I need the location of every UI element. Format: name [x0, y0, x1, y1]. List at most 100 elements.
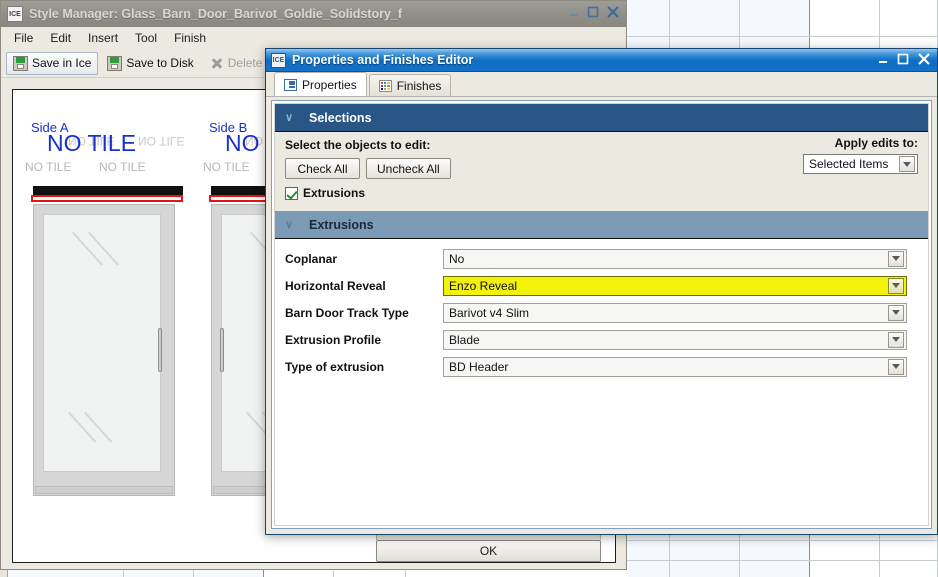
floppy-disk-icon: [107, 55, 123, 71]
dialog-titlebar: ICE Properties and Finishes Editor: [266, 49, 937, 72]
app-icon: ICE: [7, 6, 23, 22]
no-tile-small-label: NO TILE: [99, 160, 146, 174]
menu-item-file[interactable]: File: [7, 29, 40, 47]
property-row-barn-door-track-type: Barn Door Track Type Barivot v4 Slim: [275, 299, 928, 326]
door-handle: [158, 328, 162, 372]
barn-door-track-type-value: Barivot v4 Slim: [449, 305, 530, 320]
property-row-type-of-extrusion: Type of extrusion BD Header: [275, 353, 928, 380]
door-sill: [35, 486, 173, 494]
ok-button[interactable]: OK: [376, 540, 601, 562]
glass-glint: [88, 231, 119, 266]
selections-section-header[interactable]: ∨ Selections: [275, 104, 928, 132]
chevron-down-icon: [888, 331, 904, 348]
type-of-extrusion-dropdown[interactable]: BD Header: [443, 356, 907, 377]
extrusions-header-label: Extrusions: [309, 217, 374, 232]
glass-glint: [72, 231, 103, 266]
extrusions-checkbox-label: Extrusions: [303, 186, 366, 200]
door-track: [33, 186, 183, 195]
tab-properties[interactable]: Properties: [274, 72, 367, 96]
delete-button: Delete: [203, 52, 270, 74]
chevron-down-icon: [899, 156, 915, 172]
apply-edits-dropdown[interactable]: Selected Items: [803, 154, 918, 174]
door-preview-side-a: [23, 186, 183, 506]
extrusions-checkbox[interactable]: [285, 186, 298, 200]
coplanar-value: No: [449, 251, 465, 266]
dialog-minimize-icon[interactable]: [877, 53, 889, 65]
properties-finishes-editor-dialog: ICE Properties and Finishes Editor Prope…: [265, 48, 938, 535]
save-to-disk-button[interactable]: Save to Disk: [100, 52, 200, 75]
extrusion-profile-dropdown[interactable]: Blade: [443, 329, 907, 350]
property-label: Barn Door Track Type: [285, 305, 409, 320]
glass-glint: [68, 411, 97, 443]
window-controls: [568, 5, 620, 19]
save-in-ice-button[interactable]: Save in Ice: [6, 51, 99, 75]
horizontal-reveal-value: Enzo Reveal: [449, 278, 518, 293]
tab-finishes-label: Finishes: [396, 78, 442, 93]
chevron-down-icon: ∨: [285, 219, 294, 231]
dialog-app-icon: ICE: [271, 52, 286, 68]
menu-item-finish[interactable]: Finish: [167, 29, 213, 47]
maximize-icon[interactable]: [587, 6, 599, 18]
property-row-coplanar: Coplanar No: [275, 245, 928, 272]
floppy-disk-icon: [13, 55, 28, 71]
glass-glint: [84, 411, 113, 443]
type-of-extrusion-value: BD Header: [449, 359, 509, 374]
tab-properties-label: Properties: [302, 77, 357, 92]
window-title: Style Manager: Glass_Barn_Door_Barivot_G…: [29, 7, 403, 21]
apply-edits-group: Apply edits to: Selected Items: [803, 136, 918, 174]
no-tile-small-label: NO TILE: [203, 160, 250, 174]
door-handle: [220, 328, 224, 372]
menu-item-edit[interactable]: Edit: [43, 29, 78, 47]
dialog-content-panel: ∨ Selections Select the objects to edit:…: [274, 103, 929, 526]
chevron-down-icon: [888, 304, 904, 321]
property-row-horizontal-reveal: Horizontal Reveal Enzo Reveal: [275, 272, 928, 299]
selections-section-body: Select the objects to edit: Check All Un…: [275, 132, 928, 211]
property-label: Coplanar: [285, 251, 338, 266]
door-glass-panel: [43, 214, 161, 472]
dialog-close-icon[interactable]: [917, 52, 931, 66]
barn-door-track-type-dropdown[interactable]: Barivot v4 Slim: [443, 302, 907, 323]
delete-label: Delete: [227, 56, 263, 70]
extrusion-profile-value: Blade: [449, 332, 480, 347]
chevron-down-icon: [888, 358, 904, 375]
apply-edits-label: Apply edits to:: [834, 136, 918, 150]
coplanar-dropdown[interactable]: No: [443, 248, 907, 269]
no-tile-big-label: NO TILE: [47, 130, 137, 156]
menu-bar: File Edit Insert Tool Finish: [1, 27, 626, 49]
property-label: Horizontal Reveal: [285, 278, 386, 293]
chevron-down-icon: [888, 250, 904, 267]
delete-x-icon: [210, 56, 224, 70]
property-label: Extrusion Profile: [285, 332, 382, 347]
chevron-down-icon: ∨: [285, 112, 294, 124]
selections-header-label: Selections: [309, 110, 372, 125]
apply-edits-value: Selected Items: [809, 157, 889, 171]
dialog-window-controls: [877, 52, 931, 66]
no-tile-small-label: NO TILE: [25, 160, 72, 174]
color-swatch-icon: [378, 79, 392, 92]
save-to-disk-label: Save to Disk: [126, 56, 194, 70]
save-in-ice-label: Save in Ice: [32, 56, 92, 70]
screen-root: ICE Style Manager: Glass_Barn_Door_Bariv…: [0, 0, 938, 577]
dialog-title: Properties and Finishes Editor: [292, 53, 474, 67]
menu-item-tool[interactable]: Tool: [128, 29, 164, 47]
extrusions-properties-table: Coplanar No Horizontal Reveal Enzo Revea…: [275, 239, 928, 380]
no-tile-flipped-label: NO TILE: [138, 134, 185, 148]
dialog-body: ∨ Selections Select the objects to edit:…: [271, 100, 932, 529]
door-horizontal-reveal: [31, 195, 183, 202]
extrusions-section-header[interactable]: ∨ Extrusions: [275, 211, 928, 239]
check-all-button[interactable]: Check All: [285, 158, 360, 179]
style-manager-titlebar: ICE Style Manager: Glass_Barn_Door_Bariv…: [1, 1, 626, 27]
property-row-extrusion-profile: Extrusion Profile Blade: [275, 326, 928, 353]
dialog-maximize-icon[interactable]: [897, 53, 909, 65]
menu-item-insert[interactable]: Insert: [81, 29, 125, 47]
close-icon[interactable]: [606, 5, 620, 19]
horizontal-reveal-dropdown[interactable]: Enzo Reveal: [443, 275, 907, 296]
chevron-down-icon: [888, 277, 904, 294]
dialog-tabstrip: Properties Finishes: [266, 72, 937, 97]
uncheck-all-button[interactable]: Uncheck All: [366, 158, 451, 179]
property-label: Type of extrusion: [285, 359, 385, 374]
list-icon: [284, 78, 297, 91]
extrusions-checkbox-row[interactable]: Extrusions: [285, 186, 918, 200]
minimize-icon[interactable]: [568, 6, 580, 18]
tab-finishes[interactable]: Finishes: [368, 74, 452, 96]
